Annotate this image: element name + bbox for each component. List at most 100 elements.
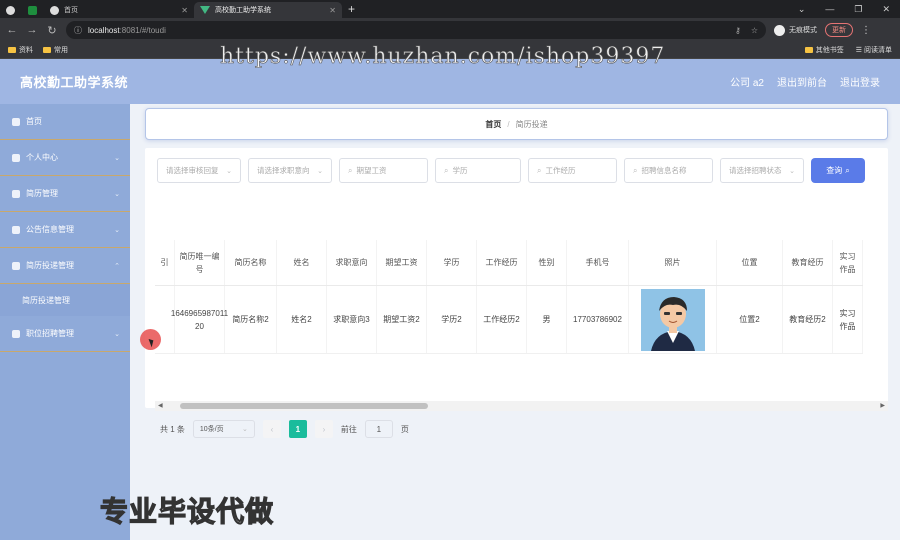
folder-icon [804, 47, 813, 54]
recruit-name-input[interactable]: ⌕ 招聘信息名称 [624, 158, 713, 183]
star-icon[interactable]: ☆ [751, 26, 758, 35]
update-button[interactable]: 更新 [825, 23, 853, 37]
scrollbar-thumb[interactable] [180, 403, 428, 409]
page-number-current[interactable]: 1 [288, 420, 307, 438]
table-cell: 17703786902 [567, 286, 629, 353]
sidebar-item-jobs[interactable]: 职位招聘管理 ⌄ [0, 316, 130, 352]
work-experience-input[interactable]: ⌕ 工作经历 [528, 158, 617, 183]
browser-tab-3[interactable]: 首页 ✕ [44, 2, 194, 18]
avatar-illustration [640, 288, 705, 351]
scroll-right-icon[interactable]: ▶ [880, 402, 885, 409]
col-header: 引 [155, 240, 175, 285]
education-input[interactable]: ⌕ 学历 [435, 158, 521, 183]
logout-link[interactable]: 退出登录 [840, 74, 880, 89]
browser-tab-label: 高校勤工助学系统 [215, 7, 271, 14]
incognito-indicator[interactable]: 无痕模式 [774, 24, 817, 36]
sidebar-item-label: 简历管理 [26, 189, 58, 198]
search-icon: ⌕ [633, 165, 638, 175]
review-status-select[interactable]: 请选择审核回复 ⌄ [157, 158, 241, 183]
table-cell: 简历名称2 [225, 286, 277, 353]
query-button[interactable]: 查询 ⌕ [811, 158, 865, 183]
notice-icon [12, 225, 20, 234]
chevron-down-icon: ⌄ [114, 190, 120, 198]
table-cell: 工作经历2 [477, 286, 527, 353]
close-icon[interactable]: ✕ [181, 6, 188, 15]
main-content: 首页 / 简历投递 请选择审核回复 ⌄ 请选择求职意向 ⌄ ⌕ 期望工资 ⌕ 学历 ⌕ 工… [130, 104, 900, 540]
browser-tab-1[interactable] [0, 2, 22, 18]
minimize-icon[interactable]: — [825, 4, 834, 15]
sidebar-item-home[interactable]: 首页 [0, 104, 130, 140]
content-panel: 请选择审核回复 ⌄ 请选择求职意向 ⌄ ⌕ 期望工资 ⌕ 学历 ⌕ 工作经历 ⌕ 招聘信息名… [145, 148, 888, 438]
chevron-down-icon: ⌄ [114, 154, 120, 162]
bookmark-item[interactable]: 其他书签 [804, 45, 844, 55]
col-header: 教育经历 [783, 240, 833, 285]
key-icon[interactable]: ⚷ [735, 26, 741, 35]
browser-tab-2[interactable] [22, 2, 44, 18]
sidebar-item-label: 个人中心 [26, 153, 58, 162]
page-size-select[interactable]: 10条/页 ⌄ [192, 420, 255, 438]
horizontal-scrollbar[interactable]: ◀ ▶ [155, 401, 888, 411]
table-cell: 男 [527, 286, 567, 353]
breadcrumb-home[interactable]: 首页 [485, 119, 501, 130]
col-header: 性别 [527, 240, 567, 285]
sidebar-item-resume[interactable]: 简历管理 ⌄ [0, 176, 130, 212]
table-row[interactable]: 1646965987011 20 简历名称2 姓名2 求职意向3 期望工资2 学… [155, 286, 863, 354]
job-intent-select[interactable]: 请选择求职意向 ⌄ [248, 158, 332, 183]
browser-tab-active[interactable]: 高校勤工助学系统 ✕ [194, 2, 342, 18]
expected-salary-input[interactable]: ⌕ 期望工资 [339, 158, 428, 183]
sidebar: 首页 个人中心 ⌄ 简历管理 ⌄ 公告信息管理 ⌄ 简历投递管理 ⌃ 简历投递管理 职位… [0, 104, 130, 540]
new-tab-button[interactable]: + [342, 2, 361, 18]
goto-page-input[interactable]: 1 [364, 420, 393, 438]
sidebar-item-delivery[interactable]: 简历投递管理 ⌃ [0, 248, 130, 284]
chevron-down-icon: ⌄ [317, 167, 323, 175]
page-size-label: 10条/页 [199, 426, 224, 433]
app-title: 高校勤工助学系统 [20, 75, 129, 90]
input-placeholder: 学历 [452, 166, 468, 175]
select-placeholder: 请选择招聘状态 [729, 166, 782, 175]
input-placeholder: 工作经历 [545, 166, 576, 175]
sidebar-item-notice[interactable]: 公告信息管理 ⌄ [0, 212, 130, 248]
breadcrumb: 首页 / 简历投递 [145, 108, 888, 140]
user-icon [12, 153, 20, 162]
col-header: 工作经历 [477, 240, 527, 285]
chevron-down-icon[interactable]: ⌄ [798, 4, 806, 15]
reload-icon[interactable]: ↻ [46, 24, 58, 37]
table-cell: 位置2 [717, 286, 783, 353]
chevron-up-icon: ⌃ [114, 262, 120, 270]
info-icon[interactable]: ⓘ [74, 25, 82, 36]
col-header: 简历唯一编号 [175, 240, 225, 285]
list-icon: ☰ [855, 47, 864, 54]
close-icon[interactable]: ✕ [329, 6, 336, 15]
forward-icon[interactable]: → [26, 24, 38, 36]
menu-icon[interactable]: ⋮ [861, 25, 871, 36]
pagination: 共 1 条 10条/页 ⌄ ‹ 1 › 前往 1 页 [160, 420, 409, 438]
company-user-link[interactable]: 公司 a2 [730, 74, 764, 89]
briefcase-icon [12, 329, 20, 338]
total-count: 共 1 条 [160, 424, 185, 434]
recruit-status-select[interactable]: 请选择招聘状态 ⌄ [720, 158, 804, 183]
exit-to-frontend-link[interactable]: 退出到前台 [777, 74, 827, 89]
search-icon: ⌕ [845, 165, 850, 175]
close-window-icon[interactable]: ✕ [882, 4, 890, 15]
sidebar-item-profile[interactable]: 个人中心 ⌄ [0, 140, 130, 176]
vue-icon [200, 6, 210, 14]
chevron-down-icon: ⌄ [226, 167, 232, 175]
bookmark-item[interactable]: 资料 [8, 45, 33, 55]
avatar[interactable] [640, 288, 705, 351]
sidebar-item-label: 首页 [26, 117, 42, 126]
select-placeholder: 请选择审核回复 [166, 166, 219, 175]
url-field[interactable]: ⓘ localhost:8081/#/toudi ⚷ ☆ [66, 21, 766, 39]
bookmark-item[interactable]: 常用 [43, 45, 68, 55]
back-icon[interactable]: ← [6, 24, 18, 36]
prev-page-button[interactable]: ‹ [262, 420, 281, 438]
chevron-down-icon: ⌄ [789, 167, 795, 175]
maximize-icon[interactable]: ❐ [854, 4, 862, 15]
watermark-text: 专业毕设代做 [99, 495, 275, 527]
next-page-button[interactable]: › [314, 420, 333, 438]
scroll-left-icon[interactable]: ◀ [158, 402, 163, 409]
sidebar-subitem-delivery[interactable]: 简历投递管理 [0, 284, 130, 316]
query-button-label: 查询 [826, 166, 843, 175]
home-icon [12, 117, 20, 126]
reading-list[interactable]: ☰ 阅读清单 [856, 45, 892, 55]
input-placeholder: 期望工资 [356, 166, 387, 175]
